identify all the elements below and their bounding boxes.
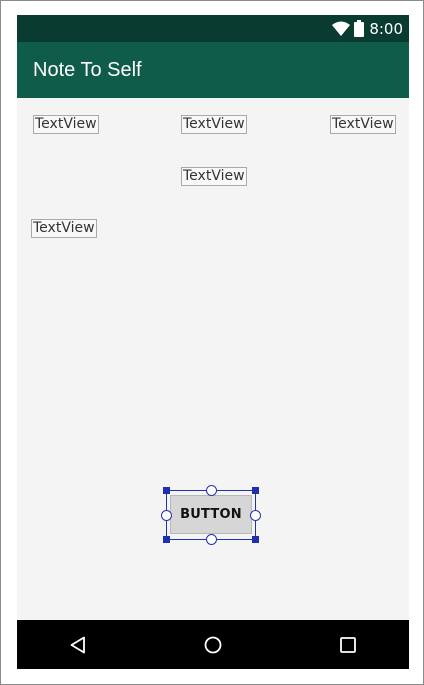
status-icons: 8:00	[332, 15, 403, 42]
status-time: 8:00	[369, 19, 403, 38]
resize-handle-top-left[interactable]	[163, 487, 170, 494]
textview-middle-center[interactable]: TextView	[181, 167, 247, 186]
layout-editor-frame: 8:00 Note To Self TextView TextView Text…	[0, 0, 424, 685]
wifi-icon	[332, 21, 351, 36]
recents-square-icon[interactable]	[328, 620, 368, 669]
textview-top-right[interactable]: TextView	[330, 115, 396, 134]
constraint-handle-bottom[interactable]	[206, 534, 217, 545]
app-title: Note To Self	[33, 59, 142, 81]
resize-handle-bottom-right[interactable]	[252, 536, 259, 543]
back-triangle-icon[interactable]	[58, 620, 98, 669]
constraint-handle-right[interactable]	[250, 510, 261, 521]
home-circle-icon[interactable]	[193, 620, 233, 669]
battery-icon	[354, 20, 365, 37]
content-area: TextView TextView TextView TextView Text…	[17, 98, 409, 620]
textview-top-left[interactable]: TextView	[33, 115, 99, 134]
status-bar: 8:00	[17, 15, 409, 42]
navigation-bar	[17, 620, 409, 669]
resize-handle-top-right[interactable]	[252, 487, 259, 494]
selected-button-group: BUTTON	[161, 485, 261, 545]
device-preview: 8:00 Note To Self TextView TextView Text…	[17, 15, 409, 669]
constraint-handle-left[interactable]	[161, 510, 172, 521]
main-button[interactable]: BUTTON	[170, 495, 252, 534]
app-bar: Note To Self	[17, 42, 409, 98]
resize-handle-bottom-left[interactable]	[163, 536, 170, 543]
constraint-handle-top[interactable]	[206, 485, 217, 496]
textview-middle-left[interactable]: TextView	[31, 219, 97, 238]
textview-top-center[interactable]: TextView	[181, 115, 247, 134]
